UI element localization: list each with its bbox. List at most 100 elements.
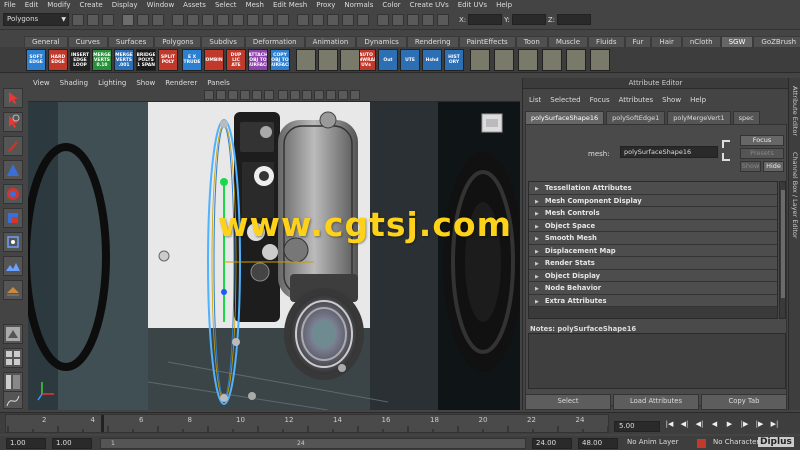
- go-to-end-icon[interactable]: ▶|: [769, 420, 780, 432]
- scale-tool-icon[interactable]: [3, 208, 23, 228]
- select-hierarchy-icon[interactable]: [122, 13, 134, 26]
- mask-misc-icon[interactable]: [277, 13, 289, 26]
- shelf-tab-sgw[interactable]: SGW: [720, 36, 754, 47]
- section-mesh-component-display[interactable]: ▶ Mesh Component Display: [529, 194, 777, 207]
- shelf-tab-general[interactable]: General: [24, 36, 68, 47]
- menu-assets[interactable]: Assets: [183, 1, 206, 9]
- ae-tab-spec[interactable]: spec: [732, 111, 760, 124]
- shelf-icon-hist-ory[interactable]: HIST ORY: [444, 49, 464, 71]
- viewport-menu-panels[interactable]: Panels: [207, 79, 230, 87]
- viewport-tool-icon-5[interactable]: [264, 90, 274, 100]
- y-field[interactable]: [511, 14, 546, 25]
- section-mesh-controls[interactable]: ▶ Mesh Controls: [529, 207, 777, 220]
- move-tool-icon[interactable]: [3, 160, 23, 180]
- menu-select[interactable]: Select: [215, 1, 237, 9]
- shelf-icon-split-poly[interactable]: SPLIT POLY: [158, 49, 178, 71]
- section-extra-attributes[interactable]: ▶ Extra Attributes: [529, 294, 777, 307]
- persp-outliner-layout-icon[interactable]: [3, 372, 23, 392]
- select-button[interactable]: Select: [525, 394, 611, 410]
- history-icon[interactable]: [377, 13, 389, 26]
- menu-proxy[interactable]: Proxy: [316, 1, 335, 9]
- mask-render-icon[interactable]: [262, 13, 274, 26]
- focus-button[interactable]: Focus: [740, 135, 784, 146]
- x-field[interactable]: [468, 14, 503, 25]
- shelf-icon-combine[interactable]: COMBINE: [204, 49, 224, 71]
- shelf-tab-surfaces[interactable]: Surfaces: [107, 36, 155, 47]
- menu-file[interactable]: File: [4, 1, 16, 9]
- shelf-icon-soft-edge[interactable]: SOFT EDGE: [26, 49, 46, 71]
- play-backwards-icon[interactable]: ◀: [709, 420, 720, 432]
- mesh-name-field[interactable]: polySurfaceShape16: [620, 146, 718, 158]
- shelf-tab-gozbrush[interactable]: GoZBrush: [753, 36, 800, 47]
- shelf-icon-insert-edge-loop[interactable]: INSERT EDGE LOOP: [70, 49, 90, 71]
- viewport-tool-icon-3[interactable]: [240, 90, 250, 100]
- shelf-tool-icon-8[interactable]: [590, 49, 610, 71]
- mask-dynamic-icon[interactable]: [247, 13, 259, 26]
- shelf-tab-ncloth[interactable]: nCloth: [681, 36, 721, 47]
- section-smooth-mesh[interactable]: ▶ Smooth Mesh: [529, 232, 777, 245]
- viewport-tool-icon-11[interactable]: [338, 90, 348, 100]
- mask-handle-icon[interactable]: [172, 13, 184, 26]
- perspective-viewport[interactable]: [28, 102, 520, 410]
- viewport-tool-icon-0[interactable]: [204, 90, 214, 100]
- step-forward-frame-icon[interactable]: |▶: [739, 420, 750, 432]
- shelf-tool-icon-1[interactable]: [318, 49, 338, 71]
- snap-point-icon[interactable]: [327, 13, 339, 26]
- ae-menu-help[interactable]: Help: [690, 96, 706, 104]
- save-scene-icon[interactable]: [102, 13, 114, 26]
- z-field[interactable]: [557, 14, 592, 25]
- lasso-tool-icon[interactable]: [3, 112, 23, 132]
- ae-menu-focus[interactable]: Focus: [590, 96, 610, 104]
- section-object-space[interactable]: ▶ Object Space: [529, 219, 777, 232]
- viewport-menu-show[interactable]: Show: [136, 79, 155, 87]
- mask-joint-icon[interactable]: [187, 13, 199, 26]
- ae-tab-polysoftedge1[interactable]: polySoftEdge1: [606, 111, 666, 124]
- select-component-icon[interactable]: [152, 13, 164, 26]
- shelf-tool-icon-5[interactable]: [518, 49, 538, 71]
- viewport-tool-icon-12[interactable]: [350, 90, 360, 100]
- last-tool-icon[interactable]: [3, 280, 23, 300]
- mask-surface-icon[interactable]: [217, 13, 229, 26]
- render-settings-icon[interactable]: [422, 13, 434, 26]
- menu-modify[interactable]: Modify: [47, 1, 70, 9]
- shelf-tab-toon[interactable]: Toon: [515, 36, 548, 47]
- attribute-editor-side-tab[interactable]: Attribute Editor: [791, 86, 799, 136]
- menu-edit-mesh[interactable]: Edit Mesh: [273, 1, 307, 9]
- step-forward-key-icon[interactable]: |▶: [754, 420, 765, 432]
- shelf-tab-painteffects[interactable]: PaintEffects: [458, 36, 516, 47]
- shelf-icon-dup-lic-ate[interactable]: DUP LIC ATE: [226, 49, 246, 71]
- shelf-tool-icon-2[interactable]: [340, 49, 360, 71]
- shelf-tool-icon-7[interactable]: [566, 49, 586, 71]
- current-frame-field[interactable]: 5.00: [614, 421, 660, 432]
- shelf-tab-fur[interactable]: Fur: [624, 36, 652, 47]
- viewport-tool-icon-10[interactable]: [326, 90, 336, 100]
- graph-layout-icon[interactable]: [3, 391, 23, 409]
- shelf-tool-icon-0[interactable]: [296, 49, 316, 71]
- ae-menu-attributes[interactable]: Attributes: [619, 96, 654, 104]
- go-to-start-icon[interactable]: |◀: [664, 420, 675, 432]
- viewport-tool-icon-4[interactable]: [252, 90, 262, 100]
- playback-end-field[interactable]: 24.00: [532, 438, 572, 449]
- shelf-tab-hair[interactable]: Hair: [651, 36, 682, 47]
- viewport-tool-icon-2[interactable]: [228, 90, 238, 100]
- shelf-tab-subdivs[interactable]: Subdivs: [201, 36, 245, 47]
- menu-window[interactable]: Window: [147, 1, 175, 9]
- input-connection-icon[interactable]: [722, 140, 730, 148]
- section-displacement-map[interactable]: ▶ Displacement Map: [529, 244, 777, 257]
- step-back-frame-icon[interactable]: ◀|: [694, 420, 705, 432]
- viewport-menu-shading[interactable]: Shading: [60, 79, 88, 87]
- viewport-tool-icon-6[interactable]: [278, 90, 288, 100]
- menu-normals[interactable]: Normals: [344, 1, 373, 9]
- ipr-render-icon[interactable]: [407, 13, 419, 26]
- shelf-icon-ute[interactable]: UTE: [400, 49, 420, 71]
- playback-start-field[interactable]: 1.00: [52, 438, 92, 449]
- ae-tab-polymergevert1[interactable]: polyMergeVert1: [667, 111, 731, 124]
- load-attributes-button[interactable]: Load Attributes: [613, 394, 699, 410]
- menu-create[interactable]: Create: [79, 1, 102, 9]
- anim-layer-dropdown[interactable]: No Anim Layer: [624, 438, 688, 449]
- shelf-icon-bridge-polys-1-span[interactable]: BRIDGE POLYS 1 SPAN: [136, 49, 156, 71]
- snap-plane-icon[interactable]: [342, 13, 354, 26]
- shelf-tab-rendering[interactable]: Rendering: [406, 36, 459, 47]
- snap-curve-icon[interactable]: [312, 13, 324, 26]
- menu-mesh[interactable]: Mesh: [246, 1, 264, 9]
